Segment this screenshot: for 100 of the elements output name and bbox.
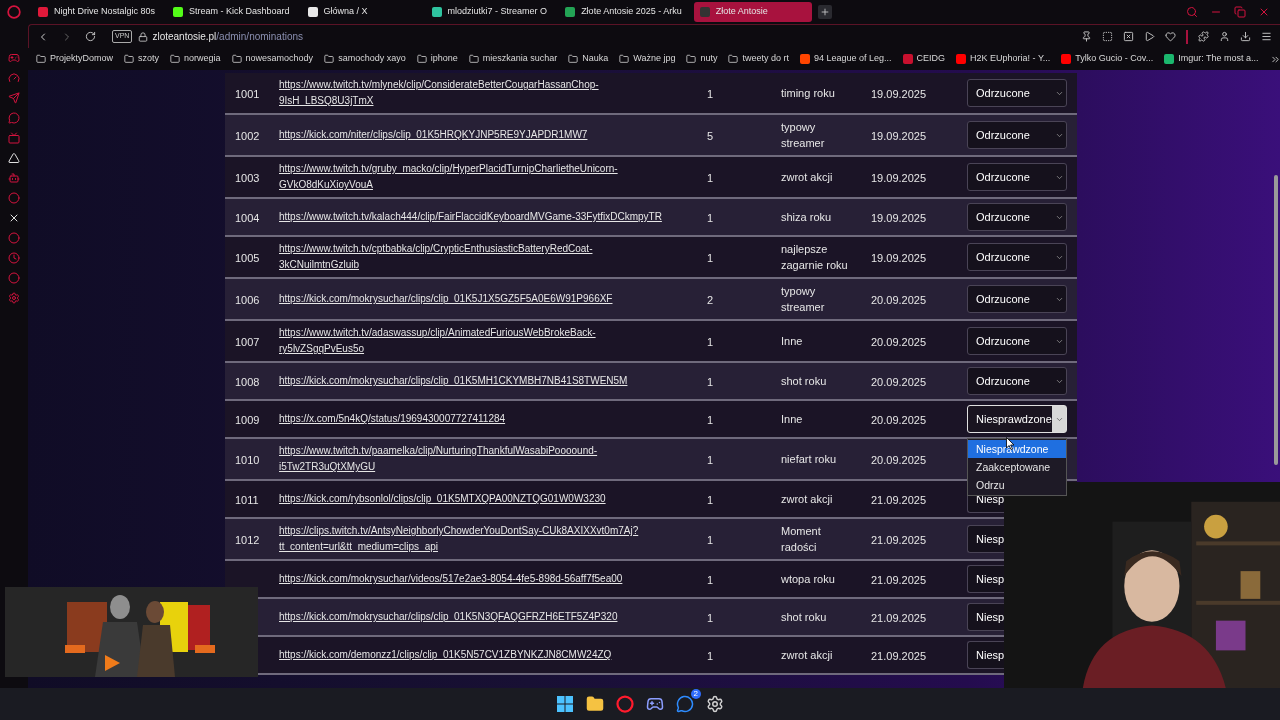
browser-tab[interactable]: mlodziutki7 - Streamer O (425, 2, 554, 22)
status-select[interactable]: Odrzucone (967, 327, 1067, 355)
circle-icon[interactable] (8, 232, 20, 244)
category-cell-text: shiza roku (781, 210, 833, 225)
clip-link[interactable]: https://x.com/5n4kQ/status/1969430007727411284 (279, 411, 667, 427)
clip-link[interactable]: https://www.twitch.tv/cptbabka/clip/CrypticEnthusiasticBatteryRedCoat-3kCNuilmtnGzluib (279, 241, 667, 273)
clip-link[interactable]: https://www.twitch.tv/mlynek/clip/ConsiderateBetterCougarHassanChop-9IsH_LBSQ8U3jTmX (279, 77, 667, 109)
x-logo-icon[interactable] (8, 212, 20, 224)
settings-icon[interactable] (8, 292, 20, 304)
clip-link[interactable]: https://clips.twitch.tv/AntsyNeighborlyChowderYouDontSay-CUk8AXIXXvt0m7Aj?tt_content=url&tt_medium=clips_api (279, 523, 667, 555)
square-x-icon[interactable] (1123, 31, 1134, 42)
browser-tab[interactable]: Night Drive Nostalgic 80s (32, 2, 162, 22)
status-select[interactable]: Odrzucone (967, 285, 1067, 313)
gamepad-icon[interactable] (646, 695, 664, 713)
bookmark[interactable]: mieszkania suchar (468, 52, 558, 66)
status-select[interactable]: Niesp (967, 565, 1004, 593)
date-cell: 21.09.2025 (871, 533, 927, 546)
profile-icon[interactable] (1219, 31, 1230, 42)
status-select[interactable]: Odrzucone (967, 79, 1067, 107)
status-select[interactable]: Odrzucone (967, 203, 1067, 231)
count-cell: 1 (707, 413, 714, 426)
clip-link[interactable]: https://www.twitch.tv/adaswassup/clip/AnimatedFuriousWebBrokeBack-ry5lvZSgqPvEus5o (279, 325, 667, 357)
bookmark[interactable]: H2K EUphoria! - Y... (956, 52, 1051, 66)
date-cell: 21.09.2025 (871, 611, 927, 624)
clip-link[interactable]: https://www.twitch.tv/gruby_macko/clip/HyperPlacidTurnipCharlietheUnicorn-GVkO8dKuXioyVouA (279, 161, 667, 193)
dropdown-option[interactable]: Zaakceptowane (968, 458, 1066, 476)
bookmark[interactable]: nuty (686, 52, 718, 66)
clip-link[interactable]: https://kick.com/mokrysuchar/videos/517e2ae3-8054-4fe5-898d-56aff7f5ea00 (279, 571, 667, 587)
browser-tab[interactable]: Główna / X (301, 2, 420, 22)
clip-link[interactable]: https://kick.com/demonzz1/clips/clip_01K5N57CV1ZBYNKZJN8CMW24ZQ (279, 647, 667, 663)
browser-tab[interactable]: Stream - Kick Dashboard (167, 2, 296, 22)
play-icon[interactable] (1144, 31, 1155, 42)
category-cell-text: Inne (781, 334, 804, 349)
browser-tab[interactable]: Złote Antosie (693, 2, 812, 22)
circle-icon[interactable] (8, 272, 20, 284)
ring-icon[interactable] (616, 695, 634, 713)
gamepad-icon[interactable] (8, 52, 20, 64)
date-cell: 19.09.2025 (871, 211, 927, 224)
chat-icon[interactable] (8, 112, 20, 124)
date-cell: 20.09.2025 (871, 335, 927, 348)
status-select[interactable]: Niesp (967, 603, 1004, 631)
bookmark[interactable]: iphone (416, 52, 458, 66)
bookmark[interactable]: szoty (124, 52, 160, 66)
opera-logo-icon[interactable] (7, 5, 21, 19)
heart-icon[interactable] (1165, 31, 1176, 42)
bookmark[interactable]: nowesamochody (231, 52, 314, 66)
clip-link[interactable]: https://www.twitch.tv/paamelka/clip/NurturingThankfulWasabiPoooound-i5Tw2TR3uQtXMyGU (279, 443, 667, 475)
clip-link[interactable]: https://kick.com/rybsonlol/clips/clip_01K5MTXQPA00NZTQG01W0W3230 (279, 491, 667, 507)
pin-icon[interactable] (1081, 31, 1092, 42)
send-icon[interactable] (8, 92, 20, 104)
status-select[interactable]: Odrzucone (967, 367, 1067, 395)
bot-icon[interactable] (8, 172, 20, 184)
status-select[interactable]: Odrzucone (967, 121, 1067, 149)
triangle-icon[interactable] (8, 152, 20, 164)
tv-icon[interactable] (8, 132, 20, 144)
id-cell: 1004 (235, 211, 260, 224)
bookmark[interactable]: Imgur: The most a... (1164, 52, 1259, 66)
clip-link[interactable]: https://kick.com/niter/clips/clip_01K5HRQKYJNP5RE9YJAPDR1MW7 (279, 127, 667, 143)
status-select[interactable]: Odrzucone (967, 163, 1067, 191)
address-field[interactable]: zloteantosie.pl/admin/nominations (152, 29, 304, 44)
chat-bubble-icon[interactable] (676, 695, 694, 713)
bookmark[interactable]: tweety do rt (728, 52, 789, 66)
status-select[interactable]: Niesprawdzone (967, 405, 1067, 433)
dropdown-option[interactable]: Niesprawdzone (968, 440, 1066, 458)
date-cell: 20.09.2025 (871, 413, 927, 426)
clip-link[interactable]: https://kick.com/mokrysuchar/clips/clip_01K5N3QFAQGFRZH6ETF5Z4P320 (279, 609, 667, 625)
download-icon[interactable] (1240, 31, 1251, 42)
clip-link[interactable]: https://www.twitch.tv/kalach444/clip/FairFlaccidKeyboardMVGame-33FytfixDCkmpyTR (279, 209, 667, 225)
bookmark[interactable]: Nauka (568, 52, 609, 66)
search-icon[interactable] (1186, 6, 1198, 18)
status-select[interactable]: Odrzucone (967, 243, 1067, 271)
clip-link[interactable]: https://kick.com/mokrysuchar/clips/clip_01K5J1X5GZ5F5A0E6W91P966XF (279, 291, 667, 307)
bookmark[interactable]: 94 League of Leg... (800, 52, 892, 66)
bookmark[interactable]: ProjektyDomow (36, 52, 114, 66)
bookmark[interactable]: samochody xayo (324, 52, 406, 66)
snapshot-icon[interactable] (1102, 31, 1113, 42)
close-icon[interactable] (1258, 6, 1270, 18)
menu-icon[interactable] (1261, 31, 1272, 42)
bookmark[interactable]: CEIDG (902, 52, 946, 66)
id-cell: 1009 (235, 413, 260, 426)
circle-icon[interactable] (8, 192, 20, 204)
new-tab-button[interactable] (817, 5, 832, 19)
folder-icon[interactable] (586, 695, 604, 713)
browser-tab[interactable]: Złote Antosie 2025 - Arku (559, 2, 688, 22)
count-cell: 1 (707, 335, 714, 348)
status-select[interactable]: Niesp (967, 641, 1004, 669)
clip-link[interactable]: https://kick.com/mokrysuchar/clips/clip_01K5MH1CKYMBH7NB41S8TWEN5M (279, 373, 667, 389)
extensions-icon[interactable] (1198, 31, 1209, 42)
count-cell: 1 (707, 87, 714, 100)
windows-icon[interactable] (557, 696, 573, 712)
restore-icon[interactable] (1234, 6, 1246, 18)
bookmark[interactable]: Ważne jpg (619, 52, 676, 66)
gear-icon[interactable] (706, 695, 724, 713)
bookmark[interactable]: Tylko Gucio - Cov... (1061, 52, 1154, 66)
gauge-icon[interactable] (8, 72, 20, 84)
date-cell: 21.09.2025 (871, 493, 927, 506)
reload-icon[interactable] (85, 31, 96, 42)
clock-icon[interactable] (8, 252, 20, 264)
bookmark[interactable]: norwegia (170, 52, 221, 66)
status-select[interactable]: Niesp (967, 525, 1004, 553)
